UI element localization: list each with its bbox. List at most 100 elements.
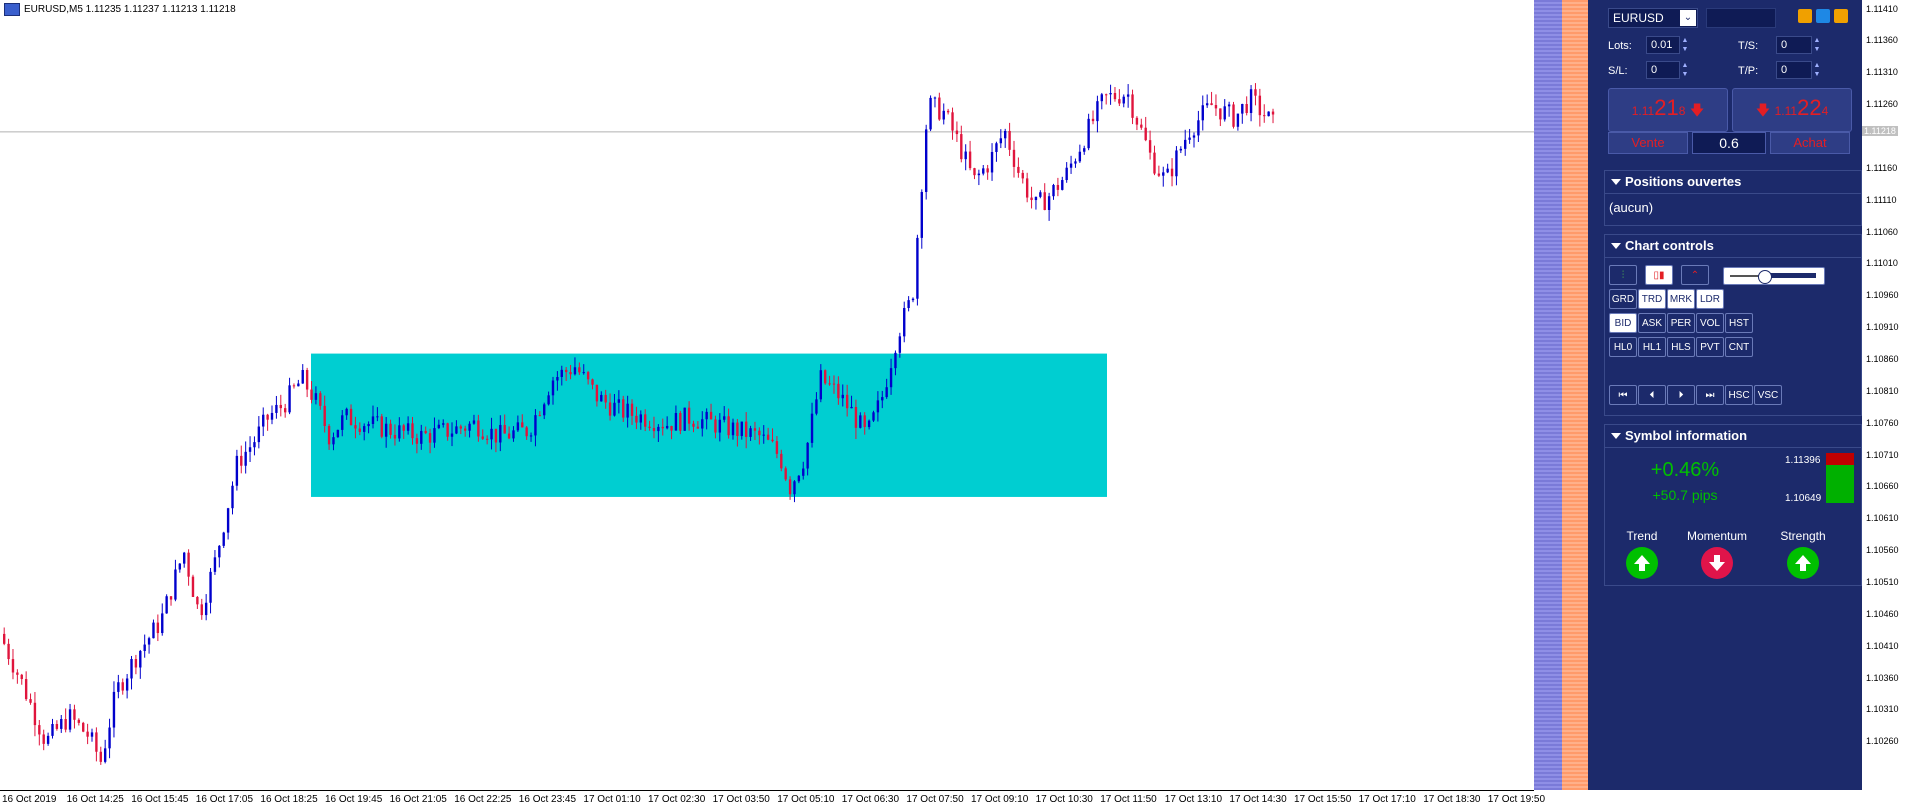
sell-button[interactable]: 1.11218 🡇 — [1608, 88, 1728, 132]
control-pvt-button[interactable]: PVT — [1696, 337, 1724, 357]
control-hls-button[interactable]: HLS — [1667, 337, 1695, 357]
chart-controls-title: Chart controls — [1625, 238, 1714, 253]
candle-body — [832, 383, 836, 385]
candle-body — [661, 426, 664, 429]
candle-body — [134, 659, 138, 668]
price-tick-label: 1.10910 — [1866, 322, 1899, 333]
next-button[interactable]: ⏵ — [1667, 385, 1695, 405]
candle-body — [648, 426, 651, 428]
bar-chart-button[interactable]: ⫶ — [1609, 265, 1637, 285]
candle-body — [578, 367, 581, 373]
candle-body — [389, 423, 392, 435]
candle-body — [916, 237, 919, 299]
momentum-down-icon — [1701, 547, 1733, 579]
candle-chart-button[interactable]: ▯▮ — [1645, 265, 1673, 285]
candle-body — [753, 428, 757, 431]
candle-body — [802, 468, 805, 476]
candle-body — [547, 395, 550, 405]
zoom-slider[interactable] — [1723, 267, 1825, 285]
candle-body — [1122, 96, 1125, 104]
candle-body — [854, 406, 858, 428]
candle-body — [336, 429, 340, 438]
tp-stepper[interactable]: ▲ ▼ — [1812, 61, 1822, 79]
candle-body — [1232, 104, 1235, 127]
candle-body — [411, 423, 414, 439]
control-per-button[interactable]: PER — [1667, 313, 1695, 333]
chevron-down-icon[interactable]: ⌄ — [1680, 10, 1696, 26]
buy-label-bar[interactable]: Achat — [1770, 132, 1850, 154]
zoom-slider-handle[interactable] — [1758, 270, 1772, 284]
lots-input[interactable]: 0.01 — [1646, 36, 1680, 54]
symbol-search-input[interactable] — [1706, 8, 1776, 28]
candle-body — [1188, 137, 1191, 140]
candle-body — [758, 430, 761, 436]
positions-header[interactable]: Positions ouvertes — [1605, 171, 1861, 194]
control-hsc-button[interactable]: HSC — [1725, 385, 1753, 405]
candle-body — [1140, 124, 1143, 128]
settings-icon[interactable] — [1816, 9, 1830, 23]
symbol-select[interactable]: EURUSD ⌄ — [1608, 8, 1698, 28]
control-vol-button[interactable]: VOL — [1696, 313, 1724, 333]
control-hl1-button[interactable]: HL1 — [1638, 337, 1666, 357]
restore-icon[interactable] — [1834, 9, 1848, 23]
prev-button[interactable]: ⏴ — [1638, 385, 1666, 405]
control-vsc-button[interactable]: VSC — [1754, 385, 1782, 405]
candle-body — [358, 428, 362, 432]
symbol-value: EURUSD — [1613, 11, 1664, 25]
candle-body — [507, 433, 511, 439]
tp-label: T/P: — [1738, 65, 1759, 77]
first-button[interactable]: ⏮ — [1609, 385, 1637, 405]
control-bid-button[interactable]: BID — [1609, 313, 1637, 333]
price-chart[interactable] — [0, 0, 1534, 790]
control-grd-button[interactable]: GRD — [1609, 289, 1637, 309]
copy-icon[interactable] — [1798, 9, 1812, 23]
ts-stepper[interactable]: ▲ ▼ — [1812, 36, 1822, 54]
sl-stepper[interactable]: ▲ ▼ — [1680, 61, 1690, 79]
control-ldr-button[interactable]: LDR — [1696, 289, 1724, 309]
last-button[interactable]: ⏭ — [1696, 385, 1724, 405]
control-trd-button[interactable]: TRD — [1638, 289, 1666, 309]
candle-body — [718, 419, 722, 433]
candle-body — [327, 426, 331, 445]
candle-body — [1074, 161, 1077, 164]
consolidation-range-box[interactable] — [311, 353, 1107, 497]
buy-button[interactable]: 🡇 1.11224 — [1732, 88, 1852, 132]
chart-controls-header[interactable]: Chart controls — [1605, 235, 1861, 258]
sl-input[interactable]: 0 — [1646, 61, 1680, 79]
lots-stepper[interactable]: ▲ ▼ — [1680, 36, 1690, 54]
price-tick-label: 1.11060 — [1866, 226, 1898, 237]
candle-body — [204, 602, 208, 616]
control-hl0-button[interactable]: HL0 — [1609, 337, 1637, 357]
control-mrk-button[interactable]: MRK — [1667, 289, 1695, 309]
control-cnt-button[interactable]: CNT — [1725, 337, 1753, 357]
candle-body — [679, 413, 682, 431]
candle-body — [244, 451, 247, 466]
candle-body — [687, 407, 691, 424]
candle-body — [33, 702, 37, 726]
symbol-info-header[interactable]: Symbol information — [1605, 425, 1861, 448]
range-gauge — [1826, 453, 1854, 503]
candle-body — [1205, 103, 1209, 106]
control-hst-button[interactable]: HST — [1725, 313, 1753, 333]
candle-body — [494, 428, 498, 443]
candle-body — [226, 508, 230, 533]
sell-label-bar[interactable]: Vente — [1608, 132, 1688, 154]
candle-body — [95, 732, 98, 752]
candle-body — [275, 404, 278, 413]
price-tick-label: 1.11110 — [1866, 194, 1897, 205]
candle-body — [564, 369, 568, 373]
candle-body — [1148, 140, 1152, 153]
candle-body — [1197, 120, 1200, 136]
candle-body — [209, 571, 212, 603]
candle-body — [266, 414, 269, 420]
candle-body — [775, 441, 779, 454]
ts-input[interactable]: 0 — [1776, 36, 1812, 54]
candle-body — [1157, 173, 1161, 176]
control-ask-button[interactable]: ASK — [1638, 313, 1666, 333]
candle-body — [1030, 197, 1033, 201]
candle-body — [973, 168, 976, 176]
candle-body — [1087, 118, 1090, 149]
chart-area[interactable]: EURUSD,M5 1.11235 1.11237 1.11213 1.1121… — [0, 0, 1534, 790]
tp-input[interactable]: 0 — [1776, 61, 1812, 79]
line-chart-button[interactable]: ⌃ — [1681, 265, 1709, 285]
